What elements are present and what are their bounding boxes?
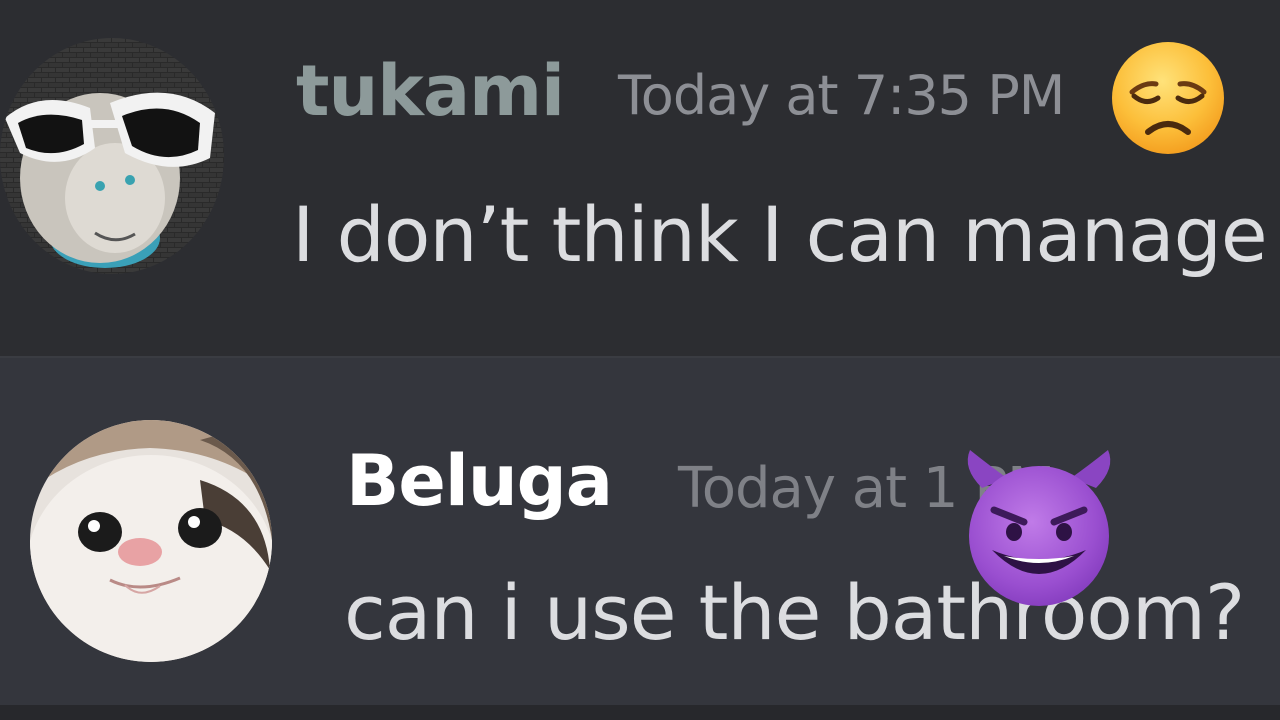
smiling-devil-emoji-icon bbox=[962, 448, 1116, 608]
message-tukami[interactable]: tukami Today at 7:35 PM I don’t think I … bbox=[0, 0, 1280, 358]
sheep-sunglasses-avatar-icon bbox=[0, 38, 224, 274]
disappointed-face-emoji-icon bbox=[1110, 40, 1226, 156]
tukami-avatar[interactable] bbox=[0, 38, 224, 274]
beluga-avatar[interactable] bbox=[30, 420, 272, 662]
timestamp: Today at 7:35 PM bbox=[618, 64, 1065, 127]
username[interactable]: tukami bbox=[296, 50, 565, 132]
message-text: I don’t think I can manage bbox=[292, 190, 1268, 279]
beluga-cat-avatar-icon bbox=[30, 420, 272, 662]
bottom-bar bbox=[0, 705, 1280, 720]
username[interactable]: Beluga bbox=[346, 440, 613, 522]
